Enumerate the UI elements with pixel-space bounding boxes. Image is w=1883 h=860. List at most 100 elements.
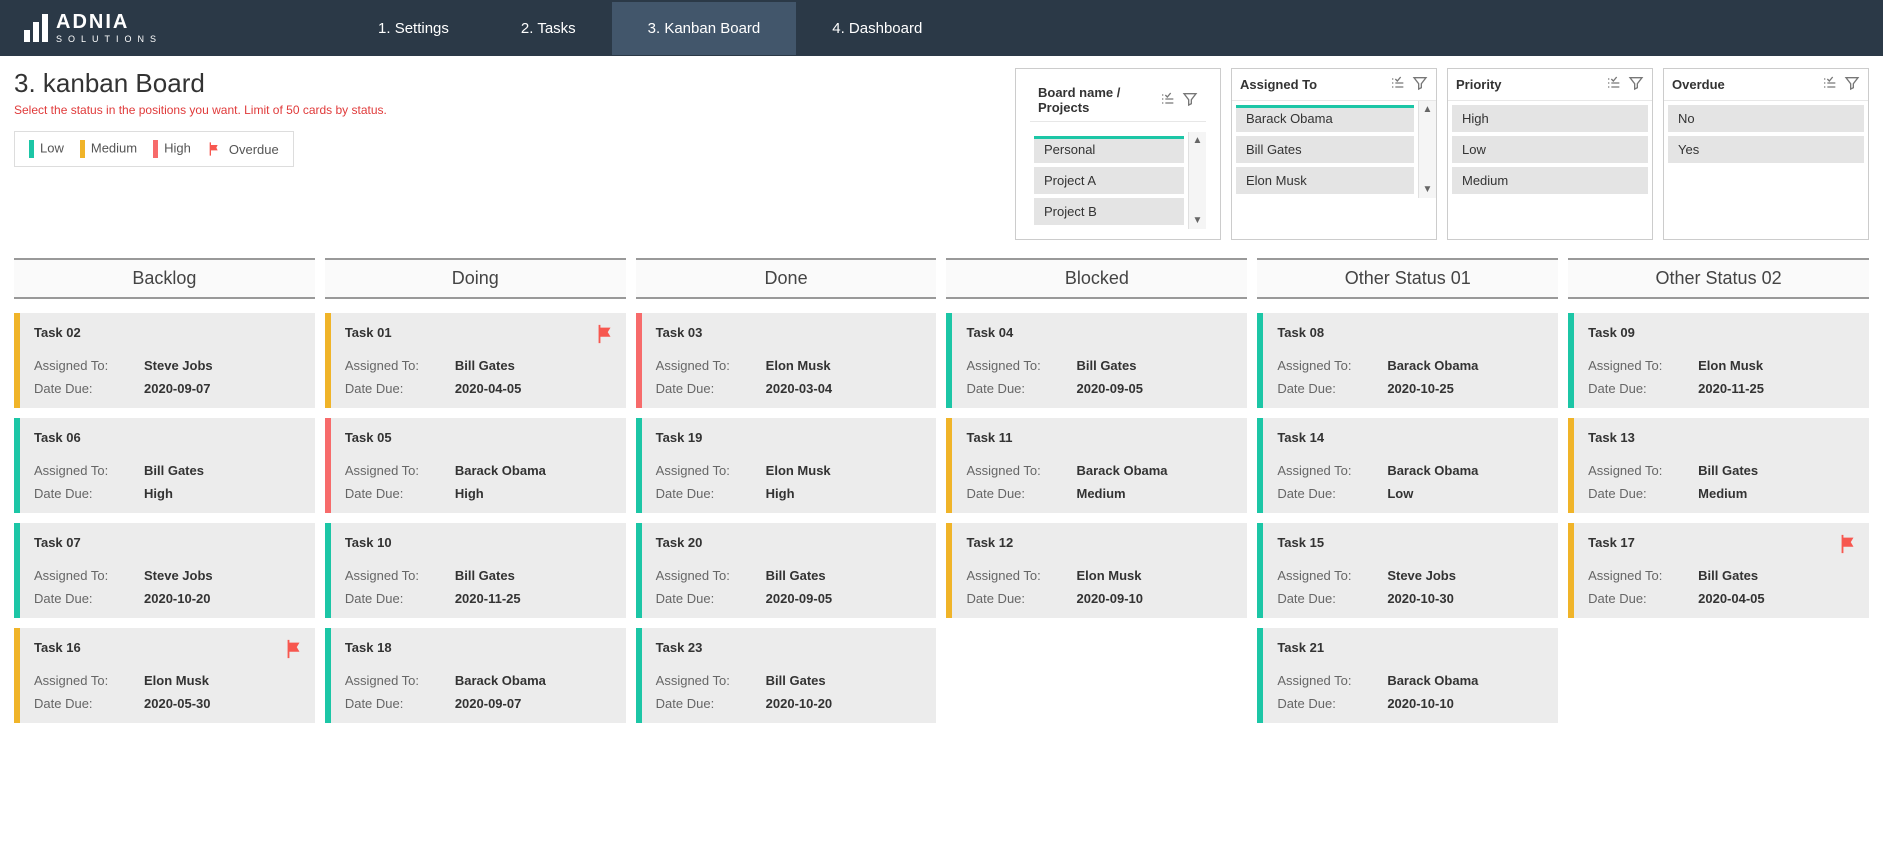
slicer-priority-item[interactable]: Low (1452, 136, 1648, 163)
clear-filter-icon[interactable] (1628, 75, 1644, 94)
task-card[interactable]: Task 12Assigned To:Elon MuskDate Due:202… (946, 523, 1247, 618)
slicer-board-item[interactable]: Project A (1034, 167, 1184, 194)
card-due-label: Date Due: (345, 591, 455, 606)
task-card[interactable]: Task 20Assigned To:Bill GatesDate Due:20… (636, 523, 937, 618)
task-card[interactable]: Task 03Assigned To:Elon MuskDate Due:202… (636, 313, 937, 408)
slicer-assigned: Assigned ToBarack ObamaBill GatesElon Mu… (1231, 68, 1437, 240)
card-assigned-value: Steve Jobs (1387, 568, 1456, 583)
task-card[interactable]: Task 17Assigned To:Bill GatesDate Due:20… (1568, 523, 1869, 618)
clear-filter-icon[interactable] (1844, 75, 1860, 94)
card-assigned-label: Assigned To: (656, 568, 766, 583)
slicer-board-item[interactable]: Project B (1034, 198, 1184, 225)
nav-tab-3[interactable]: 4. Dashboard (796, 2, 958, 55)
card-due-label: Date Due: (345, 486, 455, 501)
task-card[interactable]: Task 10Assigned To:Bill GatesDate Due:20… (325, 523, 626, 618)
card-due-value: 2020-10-10 (1387, 696, 1454, 711)
multiselect-icon[interactable] (1160, 91, 1176, 110)
task-card[interactable]: Task 06Assigned To:Bill GatesDate Due:Hi… (14, 418, 315, 513)
task-card[interactable]: Task 09Assigned To:Elon MuskDate Due:202… (1568, 313, 1869, 408)
kanban-board: BacklogTask 02Assigned To:Steve JobsDate… (0, 248, 1883, 733)
slicer-assigned-scrollbar[interactable]: ▲▼ (1418, 101, 1436, 198)
card-due-value: 2020-09-07 (144, 381, 211, 396)
card-due-label: Date Due: (1277, 381, 1387, 396)
column-header[interactable]: Other Status 01 (1257, 258, 1558, 299)
slicer-priority-list: High Low Medium (1448, 101, 1652, 198)
card-due-value: 2020-10-25 (1387, 381, 1454, 396)
clear-filter-icon[interactable] (1182, 91, 1198, 110)
task-card[interactable]: Task 01Assigned To:Bill GatesDate Due:20… (325, 313, 626, 408)
slicer-priority-item[interactable]: High (1452, 105, 1648, 132)
task-card[interactable]: Task 13Assigned To:Bill GatesDate Due:Me… (1568, 418, 1869, 513)
column-header[interactable]: Blocked (946, 258, 1247, 299)
card-assigned-value: Bill Gates (1698, 463, 1758, 478)
card-due-value: 2020-10-20 (144, 591, 211, 606)
card-due-value: 2020-09-07 (455, 696, 522, 711)
card-due-label: Date Due: (345, 381, 455, 396)
card-title: Task 02 (34, 325, 301, 340)
slicer-overdue-item[interactable]: No (1668, 105, 1864, 132)
scroll-down-icon[interactable]: ▼ (1423, 181, 1433, 198)
card-due-value: 2020-10-20 (766, 696, 833, 711)
nav-tab-0[interactable]: 1. Settings (342, 2, 485, 55)
card-assigned-label: Assigned To: (1277, 673, 1387, 688)
top-nav: ADNIA SOLUTIONS 1. Settings2. Tasks3. Ka… (0, 0, 1883, 56)
card-assigned-label: Assigned To: (345, 358, 455, 373)
logo: ADNIA SOLUTIONS (24, 12, 162, 44)
column-header[interactable]: Other Status 02 (1568, 258, 1869, 299)
slicer-assigned-item[interactable]: Barack Obama (1236, 105, 1414, 132)
card-assigned-label: Assigned To: (1277, 568, 1387, 583)
column-header[interactable]: Doing (325, 258, 626, 299)
column-2: Done Task 03Assigned To:Elon MuskDate Due… (636, 258, 937, 723)
task-card[interactable]: Task 15Assigned To:Steve JobsDate Due:20… (1257, 523, 1558, 618)
clear-filter-icon[interactable] (1412, 75, 1428, 94)
task-card[interactable]: Task 16Assigned To:Elon MuskDate Due:202… (14, 628, 315, 723)
card-assigned-value: Elon Musk (1698, 358, 1763, 373)
slicer-overdue-item[interactable]: Yes (1668, 136, 1864, 163)
card-due-value: 2020-09-10 (1076, 591, 1143, 606)
card-due-label: Date Due: (34, 486, 144, 501)
column-3: Blocked Task 04Assigned To:Bill GatesDate… (946, 258, 1247, 723)
multiselect-icon[interactable] (1822, 75, 1838, 94)
task-card[interactable]: Task 23Assigned To:Bill GatesDate Due:20… (636, 628, 937, 723)
slicer-priority-item[interactable]: Medium (1452, 167, 1648, 194)
page-title: 3. kanban Board (14, 68, 734, 99)
scroll-up-icon[interactable]: ▲ (1193, 132, 1203, 149)
column-cards: Task 01Assigned To:Bill GatesDate Due:20… (325, 313, 626, 723)
card-assigned-value: Bill Gates (455, 358, 515, 373)
card-assigned-value: Barack Obama (1076, 463, 1167, 478)
task-card[interactable]: Task 11Assigned To:Barack ObamaDate Due:… (946, 418, 1247, 513)
legend-overdue: Overdue (207, 141, 279, 157)
task-card[interactable]: Task 14Assigned To:Barack ObamaDate Due:… (1257, 418, 1558, 513)
card-due-label: Date Due: (1588, 486, 1698, 501)
logo-subtitle: SOLUTIONS (56, 35, 162, 44)
task-card[interactable]: Task 21Assigned To:Barack ObamaDate Due:… (1257, 628, 1558, 723)
slicer-assigned-item[interactable]: Bill Gates (1236, 136, 1414, 163)
scroll-down-icon[interactable]: ▼ (1193, 212, 1203, 229)
task-card[interactable]: Task 19Assigned To:Elon MuskDate Due:Hig… (636, 418, 937, 513)
task-card[interactable]: Task 02Assigned To:Steve JobsDate Due:20… (14, 313, 315, 408)
multiselect-icon[interactable] (1606, 75, 1622, 94)
slicer-board-item[interactable]: Personal (1034, 136, 1184, 163)
card-assigned-value: Barack Obama (1387, 358, 1478, 373)
slicer-assigned-item[interactable]: Elon Musk (1236, 167, 1414, 194)
task-card[interactable]: Task 04Assigned To:Bill GatesDate Due:20… (946, 313, 1247, 408)
task-card[interactable]: Task 18Assigned To:Barack ObamaDate Due:… (325, 628, 626, 723)
card-due-value: High (455, 486, 484, 501)
multiselect-icon[interactable] (1390, 75, 1406, 94)
card-due-value: 2020-03-04 (766, 381, 833, 396)
scroll-up-icon[interactable]: ▲ (1423, 101, 1433, 118)
card-due-label: Date Due: (345, 696, 455, 711)
controls-row: 3. kanban Board Select the status in the… (0, 56, 1883, 248)
card-due-label: Date Due: (1277, 591, 1387, 606)
task-card[interactable]: Task 07Assigned To:Steve JobsDate Due:20… (14, 523, 315, 618)
task-card[interactable]: Task 08Assigned To:Barack ObamaDate Due:… (1257, 313, 1558, 408)
nav-tab-1[interactable]: 2. Tasks (485, 2, 612, 55)
column-header[interactable]: Backlog (14, 258, 315, 299)
nav-tabs: 1. Settings2. Tasks3. Kanban Board4. Das… (342, 2, 958, 55)
column-header[interactable]: Done (636, 258, 937, 299)
card-assigned-value: Bill Gates (766, 568, 826, 583)
task-card[interactable]: Task 05Assigned To:Barack ObamaDate Due:… (325, 418, 626, 513)
slicer-board-scrollbar[interactable]: ▲▼ (1188, 132, 1206, 229)
card-due-value: Medium (1076, 486, 1125, 501)
nav-tab-2[interactable]: 3. Kanban Board (612, 2, 797, 55)
